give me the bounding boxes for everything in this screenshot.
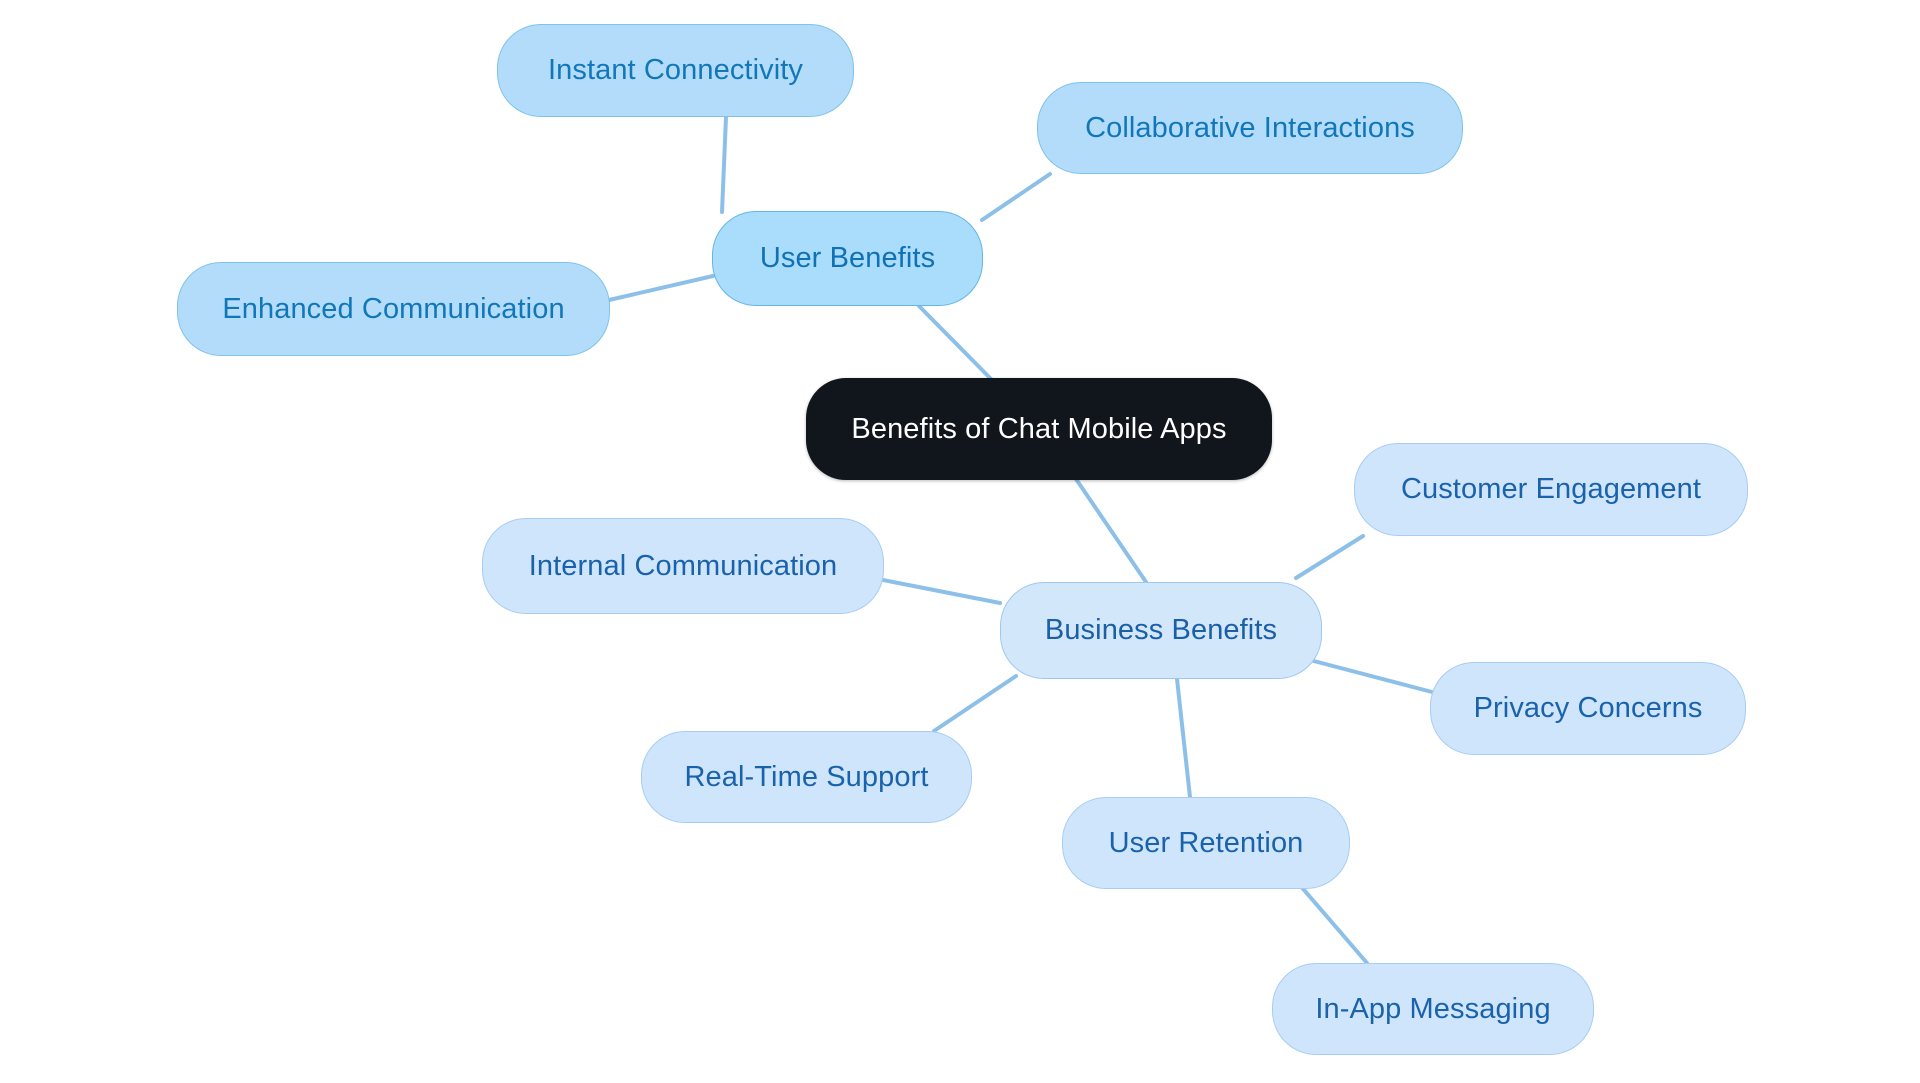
node-customer-engagement-label: Customer Engagement (1400, 473, 1702, 505)
edge-business_benefits-to-real_time_support (932, 674, 1018, 733)
edge-business_benefits-to-customer_engagement (1294, 534, 1365, 580)
edge-user_benefits-to-collaborative_interactions (980, 172, 1052, 222)
mindmap-canvas: Benefits of Chat Mobile Apps User Benefi… (0, 0, 1920, 1083)
node-enhanced-communication[interactable]: Enhanced Communication (177, 262, 610, 356)
node-user-benefits-label: User Benefits (759, 242, 936, 274)
edge-user_retention-to-in_app_messaging (1296, 881, 1369, 965)
node-business-benefits-label: Business Benefits (1044, 614, 1278, 646)
node-user-retention[interactable]: User Retention (1062, 797, 1350, 889)
edge-user_benefits-to-instant_connectivity (720, 115, 728, 214)
node-collaborative-interactions[interactable]: Collaborative Interactions (1037, 82, 1463, 174)
edge-root-to-business_benefits (1074, 477, 1148, 584)
edge-user_benefits-to-enhanced_communication (607, 274, 715, 302)
edge-root-to-user_benefits (917, 304, 995, 383)
node-customer-engagement[interactable]: Customer Engagement (1354, 443, 1748, 536)
node-privacy-concerns[interactable]: Privacy Concerns (1430, 662, 1746, 755)
node-internal-communication[interactable]: Internal Communication (482, 518, 884, 614)
node-root-label: Benefits of Chat Mobile Apps (851, 412, 1227, 445)
node-user-retention-label: User Retention (1108, 826, 1304, 859)
node-root[interactable]: Benefits of Chat Mobile Apps (806, 378, 1272, 480)
node-privacy-concerns-label: Privacy Concerns (1473, 692, 1703, 724)
node-in-app-messaging[interactable]: In-App Messaging (1272, 963, 1594, 1055)
node-user-benefits[interactable]: User Benefits (712, 211, 983, 306)
node-collaborative-interactions-label: Collaborative Interactions (1085, 111, 1415, 144)
node-in-app-messaging-label: In-App Messaging (1315, 992, 1551, 1025)
node-real-time-support-label: Real-Time Support (684, 760, 929, 793)
node-internal-communication-label: Internal Communication (528, 549, 838, 582)
node-business-benefits[interactable]: Business Benefits (1000, 582, 1322, 679)
node-instant-connectivity-label: Instant Connectivity (547, 54, 804, 86)
node-enhanced-communication-label: Enhanced Communication (222, 292, 565, 325)
edge-layer (607, 115, 1434, 965)
node-real-time-support[interactable]: Real-Time Support (641, 731, 972, 823)
edge-business_benefits-to-user_retention (1175, 677, 1192, 799)
edge-business_benefits-to-privacy_concerns (1308, 658, 1434, 694)
node-instant-connectivity[interactable]: Instant Connectivity (497, 24, 854, 117)
edge-business_benefits-to-internal_communication (881, 578, 1002, 605)
